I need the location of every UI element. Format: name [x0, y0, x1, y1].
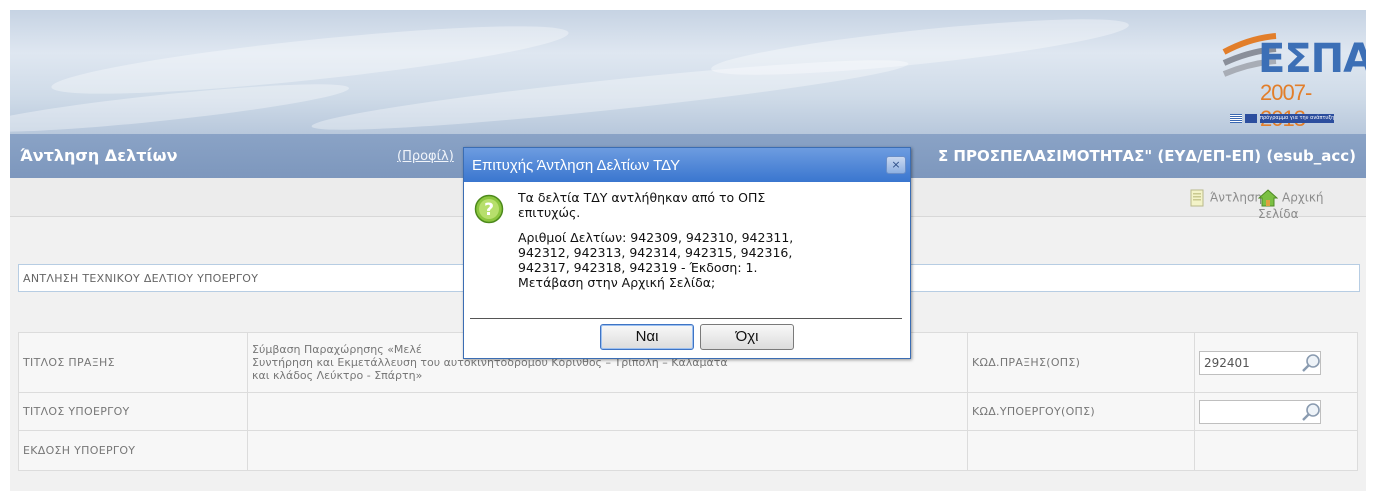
dialog-separator: [470, 318, 902, 319]
no-button[interactable]: Όχι: [700, 324, 794, 350]
greek-flag-icon: [1230, 114, 1242, 123]
subproject-code-input[interactable]: [1199, 399, 1324, 424]
logo-slogan: πρόγραμμα για την ανάπτυξη: [1260, 114, 1334, 123]
subproject-title-value: [247, 392, 968, 431]
message-line: 942317, 942318, 942319 - Έκδοση: 1.: [518, 260, 758, 275]
message-line: Αριθμοί Δελτίων: 942309, 942310, 942311,: [518, 230, 794, 245]
project-code-input[interactable]: 292401: [1199, 350, 1324, 375]
row-label: ΕΚΔΟΣΗ ΥΠΟΕΡΓΟΥ: [18, 430, 248, 471]
version-value: [247, 430, 968, 471]
logo-espa: ΕΣΠΑ: [1258, 36, 1366, 82]
eu-flag-icon: [1245, 114, 1257, 123]
code-cell: 292401: [1194, 332, 1358, 393]
logo-flags: πρόγραμμα για την ανάπτυξη: [1230, 114, 1338, 124]
dialog-message: Τα δελτία ΤΔΥ αντλήθηκαν από το ΟΠΣ επιτυ…: [518, 190, 898, 300]
logo-years: 2007-2013: [1260, 80, 1312, 131]
section-title: ΑΝΤΛΗΣΗ ΤΕΧΝΙΚΟΥ ΔΕΛΤΙΟΥ ΥΠΟΕΡΓΟΥ: [23, 272, 259, 285]
app-title: Άντληση Δελτίων: [20, 146, 178, 165]
question-icon: ?: [474, 194, 504, 224]
confirm-dialog: Επιτυχής Άντληση Δελτίων ΤΔΥ × ? Τα δελτ…: [463, 147, 911, 359]
form-row: ΕΚΔΟΣΗ ΥΠΟΕΡΓΟΥ: [18, 430, 1358, 471]
message-line: επιτυχώς.: [518, 205, 581, 220]
code-cell: [1194, 392, 1358, 431]
form-row: ΤΙΤΛΟΣ ΥΠΟΕΡΓΟΥ ΚΩΔ.ΥΠΟΕΡΓΟΥ(ΟΠΣ): [18, 392, 1358, 431]
home-button[interactable]: Αρχική Σελίδα: [1258, 189, 1366, 221]
value-line: και κλάδος Λεύκτρο - Σπάρτη»: [252, 369, 423, 382]
dialog-title: Επιτυχής Άντληση Δελτίων ΤΔΥ: [472, 157, 681, 174]
message-line: Τα δελτία ΤΔΥ αντλήθηκαν από το ΟΠΣ: [518, 190, 766, 205]
fetch-label: Άντληση: [1210, 190, 1263, 205]
dialog-titlebar[interactable]: Επιτυχής Άντληση Δελτίων ΤΔΥ ×: [464, 148, 910, 182]
svg-text:?: ?: [484, 200, 494, 220]
empty-cell: [1194, 430, 1358, 471]
close-icon[interactable]: ×: [886, 156, 906, 174]
row-label: ΤΙΤΛΟΣ ΠΡΑΞΗΣ: [18, 332, 248, 393]
search-icon[interactable]: [1298, 401, 1324, 423]
message-line: Μετάβαση στην Αρχική Σελίδα;: [518, 275, 716, 290]
code-label: ΚΩΔ.ΠΡΑΞΗΣ(ΟΠΣ): [967, 332, 1195, 393]
yes-button[interactable]: Ναι: [600, 324, 694, 350]
project-code-value: 292401: [1204, 355, 1250, 370]
code-label: ΚΩΔ.ΥΠΟΕΡΓΟΥ(ΟΠΣ): [967, 392, 1195, 431]
message-line: 942312, 942313, 942314, 942315, 942316,: [518, 245, 793, 260]
fetch-button[interactable]: Άντληση: [1188, 189, 1262, 207]
profile-link[interactable]: (Προφίλ): [397, 149, 454, 164]
row-label: ΤΙΤΛΟΣ ΥΠΟΕΡΓΟΥ: [18, 392, 248, 431]
document-icon: [1190, 189, 1204, 207]
search-icon[interactable]: [1298, 352, 1324, 374]
home-icon: [1258, 189, 1278, 207]
empty-cell: [967, 430, 1195, 471]
header-banner: ΕΣΠΑ 2007-2013 πρόγραμμα για την ανάπτυξ…: [10, 10, 1366, 134]
organization-label: Σ ΠΡΟΣΠΕΛΑΣΙΜΟΤΗΤΑΣ" (ΕΥΔ/ΕΠ-ΕΠ) (esub_a…: [937, 147, 1356, 165]
espa-logo: ΕΣΠΑ 2007-2013 πρόγραμμα για την ανάπτυξ…: [1220, 20, 1366, 131]
